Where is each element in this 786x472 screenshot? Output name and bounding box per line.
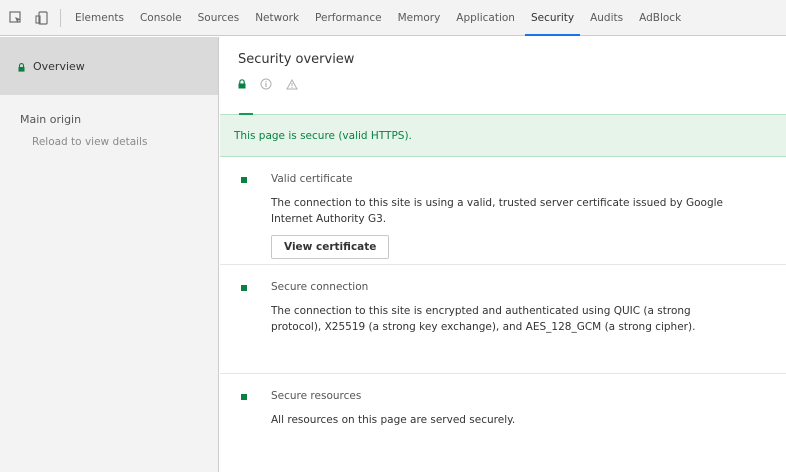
- certificate-description: The connection to this site is using a v…: [271, 197, 724, 225]
- secure-summary-banner: This page is secure (valid HTTPS).: [220, 115, 786, 157]
- connection-card: Secure connection The connection to this…: [220, 265, 786, 374]
- main-origin-heading: Main origin: [20, 113, 82, 126]
- certificate-card: Valid certificate The connection to this…: [220, 157, 786, 265]
- lock-icon: [18, 62, 25, 72]
- sidebar-item-label: Overview: [33, 59, 85, 73]
- security-sidebar: Overview Main origin Reload to view deta…: [0, 37, 219, 472]
- resources-description: All resources on this page are served se…: [271, 414, 516, 426]
- overview-header: Security overview: [220, 37, 786, 115]
- tab-audits[interactable]: Audits: [582, 0, 631, 36]
- tab-elements[interactable]: Elements: [67, 0, 132, 36]
- tab-console[interactable]: Console: [132, 0, 190, 36]
- connection-title: Secure connection: [271, 281, 369, 293]
- warning-icon[interactable]: [286, 78, 298, 90]
- toolbar-divider: [60, 8, 61, 27]
- tab-adblock[interactable]: AdBlock: [631, 0, 689, 36]
- tab-security[interactable]: Security: [523, 0, 582, 36]
- connection-description: The connection to this site is encrypted…: [271, 305, 696, 333]
- tab-memory[interactable]: Memory: [390, 0, 449, 36]
- secure-bullet-icon: [241, 394, 247, 400]
- devtools-toolbar: Elements Console Sources Network Perform…: [0, 0, 786, 36]
- tab-performance[interactable]: Performance: [307, 0, 390, 36]
- secure-bullet-icon: [241, 285, 247, 291]
- inspect-element-icon[interactable]: [6, 8, 26, 28]
- sidebar-item-overview[interactable]: Overview: [0, 37, 218, 95]
- lock-icon[interactable]: [238, 79, 246, 89]
- security-main-panel: Security overview This page is secure (v…: [220, 37, 786, 472]
- view-certificate-button[interactable]: View certificate: [271, 235, 390, 259]
- reload-hint: Reload to view details: [32, 136, 148, 148]
- device-toolbar-icon[interactable]: [32, 8, 52, 28]
- resources-card: Secure resources All resources on this p…: [220, 374, 786, 444]
- page-title: Security overview: [238, 52, 355, 67]
- security-state-legend: [238, 78, 786, 90]
- secure-bullet-icon: [241, 177, 247, 183]
- tab-sources[interactable]: Sources: [190, 0, 248, 36]
- tab-network[interactable]: Network: [247, 0, 307, 36]
- info-icon[interactable]: [260, 78, 272, 90]
- resources-title: Secure resources: [271, 390, 362, 402]
- tab-application[interactable]: Application: [448, 0, 523, 36]
- certificate-title: Valid certificate: [271, 173, 353, 185]
